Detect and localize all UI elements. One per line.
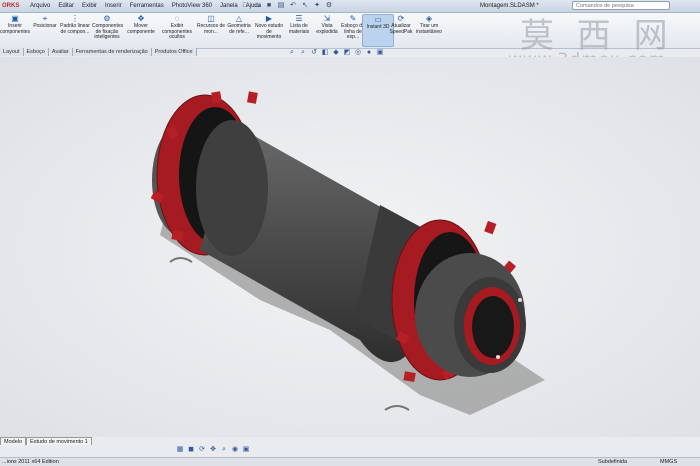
ribbon-button-label: Lista de materiais	[288, 23, 310, 35]
menu-exibir[interactable]: Exibir	[78, 0, 101, 12]
bottom-view-toolbar: ▦ ◼ ⟳ ✥ ⌕ ◉ ▣	[176, 446, 250, 454]
ribbon-button-13[interactable]: ⟳ Atualizar SpeedPak	[386, 14, 416, 35]
render-icon[interactable]: ◉	[231, 446, 239, 454]
open-file-icon[interactable]: ▭	[252, 1, 262, 11]
tab-modelo[interactable]: Modelo	[0, 437, 27, 445]
ribbon-button-1[interactable]: ⌖ Posicionar	[30, 14, 60, 30]
ribbon-button-label: Mover componente	[127, 23, 155, 35]
display-style-icon[interactable]: ◩	[343, 49, 351, 57]
ribbon-button-label: Novo estudo de movimento	[254, 23, 284, 41]
menu-ferramentas[interactable]: Ferramentas	[126, 0, 168, 12]
pan-icon[interactable]: ✥	[209, 446, 217, 454]
tab-produtos-office[interactable]: Produtos Office	[151, 48, 197, 56]
ribbon-button-label: Componentes de fixação inteligentes	[92, 23, 124, 41]
ribbon-button-2[interactable]: ⋮ Padrão linear de compon...	[60, 14, 90, 35]
ribbon-button-4[interactable]: ✥ Mover componente	[126, 14, 156, 35]
rebuild-icon[interactable]: ✦	[312, 1, 322, 11]
move-component-icon: ✥	[137, 14, 145, 23]
tab-renderizacao[interactable]: Ferramentas de renderização	[72, 48, 152, 56]
ribbon-button-5[interactable]: ◌ Exibir componentes ocultos	[162, 14, 192, 41]
ribbon-button-label: Tirar um instantâneo	[416, 23, 442, 35]
zoom-area-icon[interactable]: ⌕	[299, 49, 307, 57]
undo-icon[interactable]: ↶	[288, 1, 298, 11]
select-icon[interactable]: ↖	[300, 1, 310, 11]
menu-bar: Arquivo Editar Exibir Inserir Ferramenta…	[26, 0, 265, 12]
bottom-tabs: Modelo Estudo de movimento 1	[0, 437, 92, 445]
previous-view-icon[interactable]: ↺	[310, 49, 318, 57]
snapshot-icon: ◈	[425, 14, 433, 23]
show-hidden-icon: ◌	[174, 14, 180, 23]
explode-sketch-icon: ✎	[349, 14, 357, 23]
insert-component-icon: ▣	[11, 14, 19, 23]
tab-estudo-movimento[interactable]: Estudo de movimento 1	[26, 437, 92, 445]
bom-icon: ☰	[295, 14, 303, 23]
zoom-fit-icon[interactable]: ⌕	[288, 49, 296, 57]
tab-avaliar[interactable]: Avaliar	[48, 48, 73, 56]
ribbon-button-label: Posicionar	[33, 23, 57, 29]
ribbon-button-label: Atualizar SpeedPak	[389, 23, 413, 35]
body-end	[196, 120, 268, 256]
smart-fasteners-icon: ⚙	[103, 14, 111, 23]
menu-janela[interactable]: Janela	[216, 0, 242, 12]
section-view-icon[interactable]: ◧	[321, 49, 329, 57]
ribbon-button-label: Padrão linear de compon...	[60, 23, 90, 35]
menu-photoview[interactable]: PhotoView 360	[168, 0, 216, 12]
hide-show-icon[interactable]: ◎	[354, 49, 362, 57]
options-icon[interactable]: ⚙	[324, 1, 334, 11]
ribbon-button-label: Vista explodida	[316, 23, 338, 35]
ribbon-button-label: Exibir componentes ocultos	[162, 23, 193, 41]
new-file-icon[interactable]: □	[240, 1, 250, 11]
exploded-view-icon: ⇲	[323, 14, 331, 23]
display-mode-icon[interactable]: ▦	[176, 446, 184, 454]
save-icon[interactable]: ■	[264, 1, 274, 11]
ribbon-button-6[interactable]: ◫ Recursos de mon...	[196, 14, 226, 35]
view-icon[interactable]: ▣	[242, 446, 250, 454]
tab-layout[interactable]: Layout	[0, 48, 24, 56]
assembly-features-icon: ◫	[207, 14, 215, 23]
app-brand: ORKS	[2, 3, 20, 9]
command-tabs: Layout Esboço Avaliar Ferramentas de ren…	[0, 48, 197, 56]
ribbon-button-label: Inserir componentes	[0, 23, 31, 35]
tab-esboco[interactable]: Esboço	[23, 48, 49, 56]
ribbon-button-8[interactable]: ▶ Novo estudo de movimento	[254, 14, 284, 41]
shaded-icon[interactable]: ◼	[187, 446, 195, 454]
ribbon-button-7[interactable]: △ Geometria de refe...	[224, 14, 254, 35]
ribbon-button-label: Recursos de mon...	[196, 23, 226, 35]
quick-access-toolbar: □ ▭ ■ ▤ ↶ ↖ ✦ ⚙	[240, 1, 334, 11]
bolt-hole	[518, 298, 522, 302]
instant3d-icon: ▭	[374, 15, 382, 24]
view-orientation-icon[interactable]: ◆	[332, 49, 340, 57]
ribbon-button-9[interactable]: ☰ Lista de materiais	[284, 14, 314, 35]
menu-arquivo[interactable]: Arquivo	[26, 0, 54, 12]
bore-opening	[472, 296, 514, 358]
heads-up-view-toolbar: ⌕ ⌕ ↺ ◧ ◆ ◩ ◎ ● ▣	[288, 49, 384, 57]
ribbon-button-0[interactable]: ▣ Inserir componentes	[0, 14, 30, 35]
mate-icon: ⌖	[42, 14, 48, 23]
rotate-icon[interactable]: ⟳	[198, 446, 206, 454]
menu-editar[interactable]: Editar	[54, 0, 78, 12]
bolt-hole	[496, 355, 500, 359]
menu-inserir[interactable]: Inserir	[101, 0, 126, 12]
ribbon-button-3[interactable]: ⚙ Componentes de fixação inteligentes	[92, 14, 124, 41]
scene-icon[interactable]: ▣	[376, 49, 384, 57]
graphics-area[interactable]	[0, 57, 700, 437]
print-icon[interactable]: ▤	[276, 1, 286, 11]
appearance-icon[interactable]: ●	[365, 49, 373, 57]
reference-geometry-icon: △	[235, 14, 243, 23]
linear-pattern-icon: ⋮	[71, 14, 79, 23]
motion-study-icon: ▶	[265, 14, 273, 23]
zoom-icon[interactable]: ⌕	[220, 446, 228, 454]
ribbon-button-14[interactable]: ◈ Tirar um instantâneo	[414, 14, 444, 35]
ribbon-button-label: Geometria de refe...	[227, 23, 251, 35]
speedpak-icon: ⟳	[397, 14, 405, 23]
